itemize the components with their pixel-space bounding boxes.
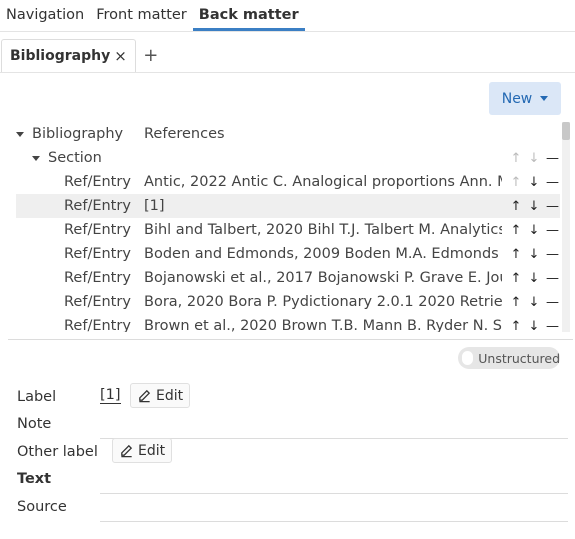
row-type: Ref/Entry (64, 198, 131, 214)
tree-root[interactable]: Bibliography References (0, 122, 560, 146)
row-type: Ref/Entry (64, 222, 131, 238)
row-actions: ↑ ↓ — (510, 223, 560, 238)
row-type: Ref/Entry (64, 294, 131, 310)
edit-label: Edit (156, 387, 184, 404)
tab-bibliography[interactable]: Bibliography × (1, 39, 136, 72)
arrow-up-icon[interactable]: ↑ (510, 223, 522, 238)
arrow-up-icon[interactable]: ↑ (510, 247, 522, 262)
toggle-knob (462, 351, 474, 365)
pencil-icon (139, 389, 151, 403)
source-field[interactable] (100, 521, 568, 522)
toggle-label: Unstructured (478, 350, 560, 366)
reference-tree: Bibliography References Section ↑ ↓ — Re… (0, 122, 575, 332)
row-type: Ref/Entry (64, 318, 131, 332)
arrow-down-icon[interactable]: ↓ (528, 151, 540, 166)
row-text: Brown et al., 2020 Brown T.B. Mann B. Ry… (144, 318, 502, 332)
row-actions: ↑ ↓ — (510, 319, 560, 333)
remove-icon[interactable]: — (546, 319, 559, 333)
remove-icon[interactable]: — (546, 271, 559, 286)
tab-navigation[interactable]: Navigation (0, 0, 90, 31)
other-label-field-label: Other label (17, 444, 98, 460)
document-tabs: Bibliography × + (0, 39, 575, 73)
row-type: Ref/Entry (64, 174, 131, 190)
edit-label: Edit (138, 442, 166, 459)
arrow-down-icon[interactable]: ↓ (528, 295, 540, 310)
arrow-up-icon[interactable]: ↑ (510, 295, 522, 310)
row-actions: ↑ ↓ — (510, 271, 560, 286)
row-actions: ↑ ↓ — (510, 175, 560, 190)
arrow-up-icon[interactable]: ↑ (510, 319, 522, 333)
tree-row[interactable]: Ref/Entry Bora, 2020 Bora P. Pydictionar… (0, 290, 560, 314)
edit-other-label-button[interactable]: Edit (112, 438, 173, 463)
arrow-up-icon[interactable]: ↑ (510, 199, 522, 214)
row-actions: ↑ ↓ — (510, 151, 560, 166)
row-type: Ref/Entry (64, 270, 131, 286)
tree-row[interactable]: Ref/Entry Brown et al., 2020 Brown T.B. … (0, 314, 560, 332)
arrow-down-icon[interactable]: ↓ (528, 319, 540, 333)
edit-label-button[interactable]: Edit (130, 383, 191, 408)
note-field-label: Note (17, 416, 52, 432)
row-text: Bihl and Talbert, 2020 Bihl T.J. Talbert… (144, 222, 502, 238)
caret-down-icon[interactable] (32, 156, 40, 161)
tree-scrollbar[interactable] (562, 122, 570, 332)
divider (8, 339, 573, 340)
label-field-label: Label (17, 389, 57, 405)
new-button-label: New (501, 90, 533, 107)
row-actions: ↑ ↓ — (510, 295, 560, 310)
remove-icon[interactable]: — (546, 199, 559, 214)
row-text: Antic, 2022 Antic C. Analogical proporti… (144, 174, 502, 190)
remove-icon[interactable]: — (546, 175, 559, 190)
scrollbar-thumb[interactable] (562, 122, 570, 140)
text-field[interactable] (100, 493, 568, 494)
remove-icon[interactable]: — (546, 151, 559, 166)
arrow-down-icon[interactable]: ↓ (528, 271, 540, 286)
row-actions: ↑ ↓ — (510, 199, 560, 214)
tree-root-label: Bibliography (32, 126, 124, 142)
tree-row[interactable]: Ref/Entry Antic, 2022 Antic C. Analogica… (0, 170, 560, 194)
tree-root-column: References (144, 126, 225, 142)
arrow-up-icon[interactable]: ↑ (510, 175, 522, 190)
pencil-icon (121, 444, 133, 458)
tree-row[interactable]: Ref/Entry Bojanowski et al., 2017 Bojano… (0, 266, 560, 290)
row-actions: ↑ ↓ — (510, 247, 560, 262)
tree-row[interactable]: Ref/Entry Bihl and Talbert, 2020 Bihl T.… (0, 218, 560, 242)
tree-row-selected[interactable]: Ref/Entry [1] ↑ ↓ — (16, 194, 560, 218)
caret-down-icon[interactable] (16, 132, 24, 137)
unstructured-toggle[interactable]: Unstructured (458, 347, 560, 369)
remove-icon[interactable]: — (546, 223, 559, 238)
source-field-label: Source (17, 499, 67, 515)
arrow-up-icon[interactable]: ↑ (510, 271, 522, 286)
arrow-down-icon[interactable]: ↓ (528, 247, 540, 262)
chevron-down-icon (540, 96, 549, 101)
tree-section-label: Section (48, 150, 102, 166)
top-tabs: Navigation Front matter Back matter (0, 0, 575, 32)
row-text: Bora, 2020 Bora P. Pydictionary 2.0.1 20… (144, 294, 502, 310)
arrow-up-icon[interactable]: ↑ (510, 151, 522, 166)
label-value: [1] (100, 387, 121, 404)
remove-icon[interactable]: — (546, 247, 559, 262)
tree-section[interactable]: Section ↑ ↓ — (0, 146, 560, 170)
tab-front-matter[interactable]: Front matter (90, 0, 193, 31)
tab-bibliography-label: Bibliography (10, 48, 111, 64)
row-text: Bojanowski et al., 2017 Bojanowski P. Gr… (144, 270, 502, 286)
remove-icon[interactable]: — (546, 295, 559, 310)
text-field-label: Text (17, 471, 52, 487)
add-tab-button[interactable]: + (136, 39, 166, 72)
close-icon[interactable]: × (114, 47, 127, 65)
arrow-down-icon[interactable]: ↓ (528, 223, 540, 238)
tab-back-matter[interactable]: Back matter (192, 0, 305, 31)
tree-row[interactable]: Ref/Entry Boden and Edmonds, 2009 Boden … (0, 242, 560, 266)
new-button[interactable]: New (489, 82, 561, 115)
row-type: Ref/Entry (64, 246, 131, 262)
row-text: Boden and Edmonds, 2009 Boden M.A. Edmon… (144, 246, 502, 262)
arrow-down-icon[interactable]: ↓ (528, 175, 540, 190)
arrow-down-icon[interactable]: ↓ (528, 199, 540, 214)
row-text: [1] (144, 198, 165, 214)
